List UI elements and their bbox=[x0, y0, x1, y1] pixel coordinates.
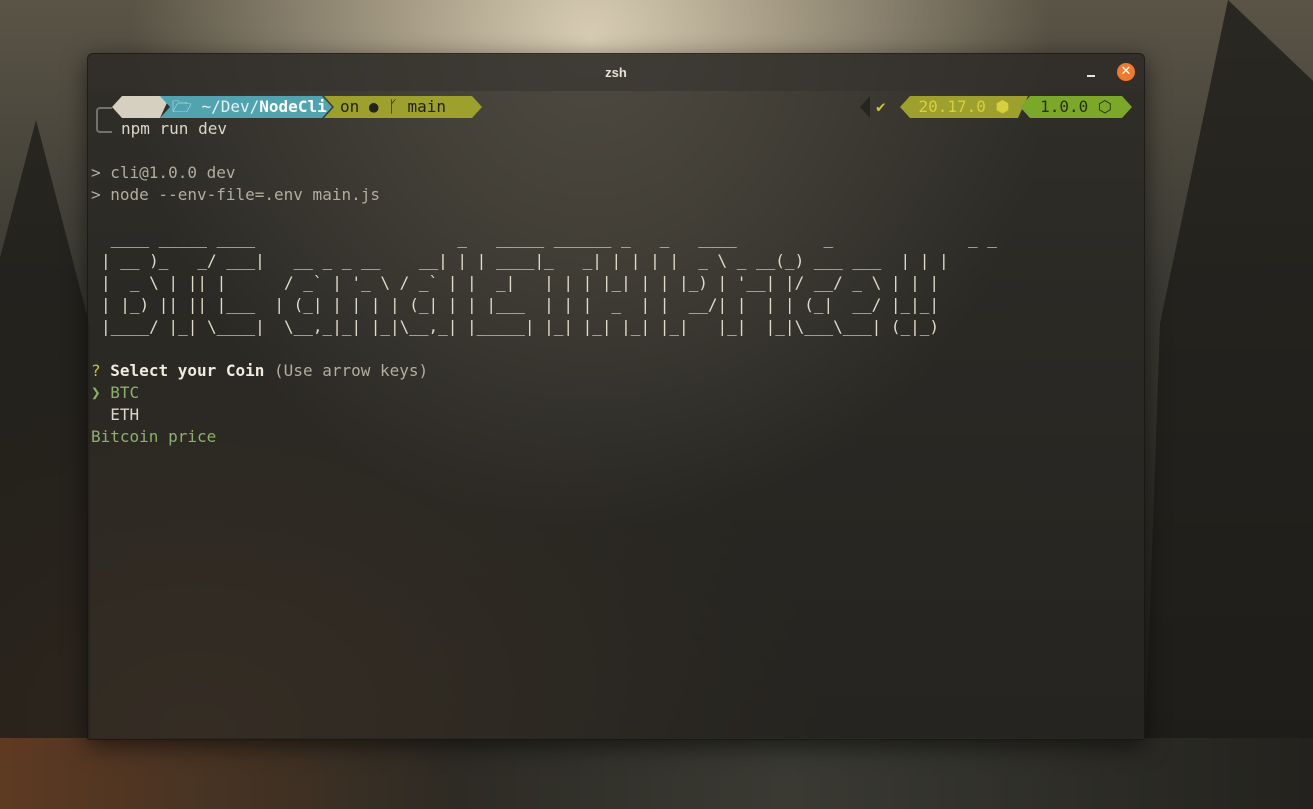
banner-line-1: ____ _____ ____ _ _____ ______ _ _ ____ … bbox=[101, 229, 997, 248]
branch-icon: ᚴ bbox=[388, 97, 398, 116]
option-label: ETH bbox=[110, 405, 140, 424]
prompt-dir-prefix: ~/Dev/ bbox=[201, 97, 260, 116]
option-eth[interactable]: ETH bbox=[91, 404, 139, 426]
banner-line-4: | |_) || || |___ | (_| | | | | (_| | | |… bbox=[101, 295, 940, 314]
close-icon: ✕ bbox=[1120, 64, 1132, 79]
output-line-2: > node --env-file=.env main.js bbox=[91, 185, 380, 204]
question-hint: (Use arrow keys) bbox=[274, 361, 429, 380]
prompt-git-segment: on ● ᚴ main bbox=[324, 96, 482, 118]
option-pointer bbox=[91, 405, 101, 424]
prompt-directory-segment: 🗁 ~/Dev/NodeCli bbox=[160, 96, 332, 118]
prompt-node-version: 20.17.0 bbox=[918, 97, 986, 116]
prompt-node-segment: 20.17.0 ⬢ bbox=[900, 96, 1028, 118]
selection-pointer-icon: ❯ bbox=[91, 383, 101, 402]
option-btc[interactable]: ❯ BTC bbox=[91, 382, 139, 404]
terminal-window[interactable]: zsh ✕ 🐧 🗁 ~/Dev/NodeCli on ● ᚴ main ✔ 20… bbox=[87, 53, 1145, 740]
option-description: Bitcoin price bbox=[91, 427, 217, 446]
command-line: npm run dev bbox=[121, 119, 227, 138]
terminal-output[interactable]: 🐧 🗁 ~/Dev/NodeCli on ● ᚴ main ✔ 20.17.0 … bbox=[88, 91, 1144, 739]
banner-line-5: |____/ |_| \____| \__,_|_| |_|\__,_| |__… bbox=[101, 317, 940, 336]
minimize-button[interactable] bbox=[1085, 64, 1099, 80]
banner-line-3: | _ \ | || | / _` | '_ \ / _` | | _| | |… bbox=[101, 273, 940, 292]
wallpaper-ground bbox=[0, 738, 1313, 809]
prompt-git-branch: main bbox=[407, 97, 446, 116]
window-title: zsh bbox=[605, 65, 627, 80]
prompt-os-segment: 🐧 bbox=[112, 96, 170, 118]
question-text: Select your Coin bbox=[110, 361, 265, 380]
package-icon: ⬡ bbox=[1097, 97, 1112, 116]
wallpaper-tree-right bbox=[1143, 0, 1313, 809]
option-label: BTC bbox=[110, 383, 140, 402]
prompt-package-version: 1.0.0 bbox=[1040, 97, 1089, 116]
prompt-git-on: on bbox=[340, 97, 360, 116]
output-line-1: > cli@1.0.0 dev bbox=[91, 163, 236, 182]
title-bar[interactable]: zsh ✕ bbox=[88, 54, 1144, 91]
banner-line-2: | __ )_ _/ ___| __ _ _ __ __| | | ____|_… bbox=[101, 251, 949, 270]
prompt-question: ? Select your Coin (Use arrow keys) bbox=[91, 360, 428, 382]
close-button[interactable]: ✕ bbox=[1117, 63, 1135, 81]
folder-icon: 🗁 bbox=[172, 97, 192, 116]
prompt-status-check: ✔ bbox=[876, 97, 886, 116]
github-icon: ● bbox=[368, 97, 379, 116]
question-marker: ? bbox=[91, 361, 101, 380]
wallpaper-tree-left bbox=[0, 120, 90, 809]
prompt-package-segment: 1.0.0 ⬡ bbox=[1020, 96, 1132, 118]
prompt-dir-name: NodeCli bbox=[259, 97, 327, 116]
prompt-bracket bbox=[96, 107, 112, 133]
hexagon-icon: ⬢ bbox=[995, 97, 1010, 116]
